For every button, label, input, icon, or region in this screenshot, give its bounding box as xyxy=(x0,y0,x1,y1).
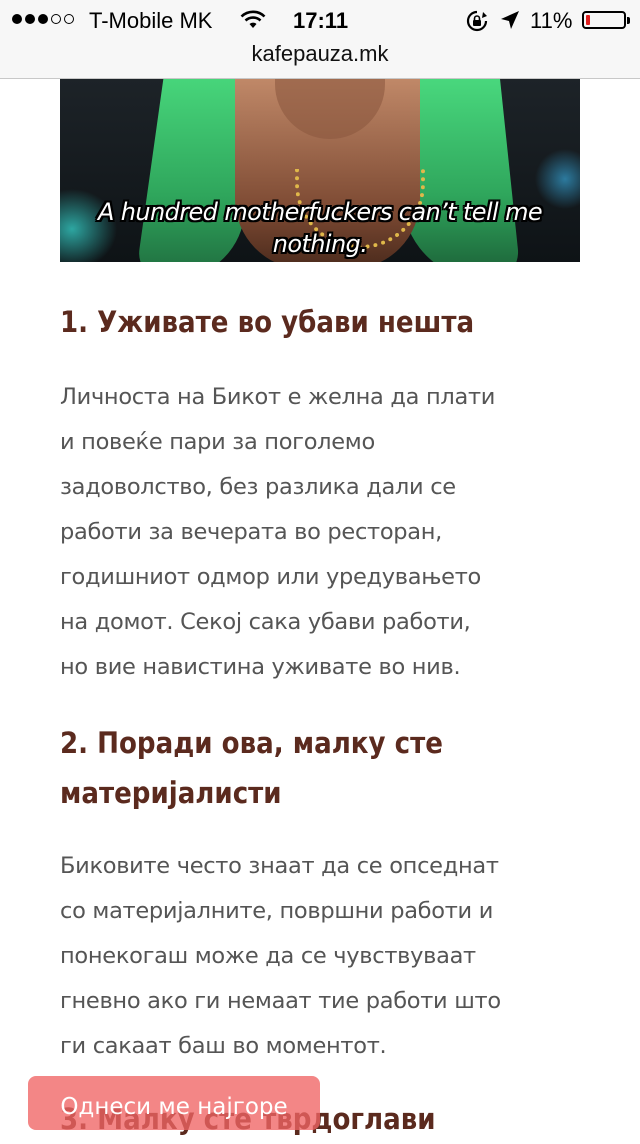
paragraph-line: со материјалните, површни работи и xyxy=(60,898,494,924)
signal-dot xyxy=(25,14,35,24)
paragraph-line: ги сакаат баш во моментот. xyxy=(60,1033,387,1059)
paragraph-line: Биковите често знаат да се опседнат xyxy=(60,853,499,879)
signal-dot xyxy=(64,14,74,24)
section-1-paragraph: Личноста на Бикот е желна да плати и пов… xyxy=(60,375,590,690)
back-to-top-button[interactable]: Однеси ме најгоре xyxy=(28,1076,320,1130)
section-2-heading: 2. Поради ова, малку сте материјалисти xyxy=(60,718,443,818)
battery-icon xyxy=(582,11,630,29)
heading-line: 2. Поради ова, малку сте xyxy=(60,726,443,760)
paragraph-line: и повеќе пари за поголемо xyxy=(60,429,375,455)
paragraph-line: годишниот одмор или уредувањето xyxy=(60,564,481,590)
clock: 17:11 xyxy=(293,8,349,33)
carrier-name: T-Mobile MK xyxy=(89,8,213,33)
section-2-paragraph: Биковите често знаат да се опседнат со м… xyxy=(60,844,590,1069)
paragraph-line: но вие навистина уживате во нив. xyxy=(60,654,461,680)
signal-dot xyxy=(38,14,48,24)
paragraph-line: на домот. Секој сака убави работи, xyxy=(60,609,471,635)
section-1-heading: 1. Уживате во убави нешта xyxy=(60,305,475,339)
signal-dot xyxy=(12,14,22,24)
location-arrow-icon xyxy=(501,11,519,29)
paragraph-line: задоволство, без разлика дали се xyxy=(60,474,456,500)
paragraph-line: работи за вечерата во ресторан, xyxy=(60,519,443,545)
gif-caption-line-1: A hundred motherfuckers can’t tell me xyxy=(97,198,543,226)
address-bar[interactable]: kafepauza.mk xyxy=(0,40,640,79)
battery-level-fill xyxy=(586,15,590,25)
gif-caption-line-2: nothing. xyxy=(272,230,368,258)
wifi-icon xyxy=(240,10,266,28)
paragraph-line: понекогаш може да се чувствуваат xyxy=(60,943,476,969)
signal-strength-icon xyxy=(12,14,74,24)
rotation-lock-icon xyxy=(466,10,488,32)
paragraph-line: гневно ако ги немаат тие работи што xyxy=(60,988,501,1014)
url-text[interactable]: kafepauza.mk xyxy=(252,41,389,66)
article-content: A hundred motherfuckers can’t tell me no… xyxy=(60,79,580,1136)
status-bar: T-Mobile MK 17:11 11% xyxy=(0,0,640,40)
paragraph-line: Личноста на Бикот е желна да плати xyxy=(60,384,496,410)
battery-percentage: 11% xyxy=(530,8,573,33)
gif-caption: A hundred motherfuckers can’t tell me no… xyxy=(60,196,580,260)
heading-line: материјалисти xyxy=(60,776,282,810)
signal-dot xyxy=(51,14,61,24)
article-gif-image: A hundred motherfuckers can’t tell me no… xyxy=(60,79,580,262)
